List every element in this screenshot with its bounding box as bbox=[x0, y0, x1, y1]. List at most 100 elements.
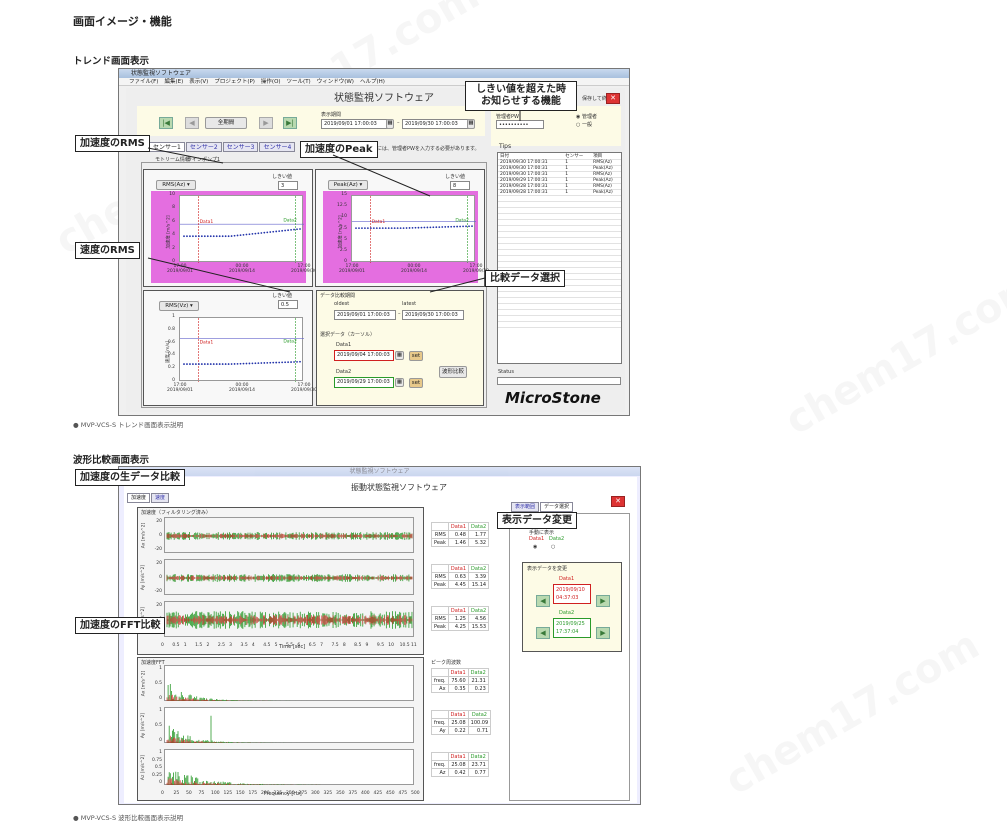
fft-chart bbox=[166, 771, 321, 785]
stats-cell: Peak bbox=[431, 538, 449, 547]
window-titlebar: 状態監視ソフトウェア bbox=[119, 467, 640, 476]
data2-label: Data2 bbox=[559, 610, 575, 616]
tab-wave-0[interactable]: 加速度 bbox=[127, 493, 151, 503]
right-tabs: 表示範囲 データ選択 bbox=[511, 502, 574, 512]
stats-table: Data1 Data2 RMS 0.48 1.77 Peak 1.46 5.32 bbox=[431, 522, 490, 547]
stats-cell: 1.77 bbox=[467, 530, 490, 539]
y-tick: 0.5 bbox=[154, 765, 162, 770]
x-tick: 5.5 bbox=[286, 643, 294, 648]
y-tick: 0 bbox=[159, 738, 162, 743]
stats-cell: Peak bbox=[431, 580, 449, 589]
wave-caption: ● MVP-VCS-S 波形比較画面表示説明 bbox=[73, 814, 184, 822]
x-tick: 275 bbox=[298, 791, 308, 796]
x-tick: 0.5 bbox=[172, 643, 180, 648]
y-tick: 0.75 bbox=[151, 757, 162, 763]
stats-header-cell: Data2 bbox=[467, 564, 490, 573]
x-tick: 9 bbox=[365, 643, 369, 648]
stats-cell: RMS bbox=[431, 530, 449, 539]
x-tick: 6 bbox=[297, 643, 301, 648]
stats-cell: 15.53 bbox=[467, 622, 490, 631]
stats-header-cell: Data2 bbox=[467, 710, 492, 719]
stats-row: Peak 4.25 15.53 bbox=[431, 622, 490, 631]
raw-chart bbox=[166, 532, 413, 540]
stats-cell: 3.39 bbox=[467, 572, 490, 581]
data1-next-button[interactable]: ▶ bbox=[596, 595, 610, 607]
stats-cell: freq. bbox=[431, 676, 449, 685]
stats-row: Az 0.42 0.77 bbox=[431, 768, 489, 777]
stats-header-cell: Data2 bbox=[467, 606, 490, 615]
stats-cell: 100.09 bbox=[467, 718, 492, 727]
y-tick: 20 bbox=[156, 561, 162, 566]
fft-ylabel: Ay [m/s^2] bbox=[141, 712, 147, 739]
stats-header-cell: Data1 bbox=[447, 710, 469, 719]
stats-row: freq. 25.08 23.71 bbox=[431, 760, 489, 769]
stats-cell: 0.48 bbox=[447, 530, 470, 539]
x-tick: 150 bbox=[236, 791, 245, 796]
y-tick: 0 bbox=[159, 696, 162, 701]
y-tick: 0.25 bbox=[151, 772, 162, 778]
stats-cell bbox=[431, 606, 449, 615]
stats-cell: Peak bbox=[431, 622, 449, 631]
stats-header-cell: Data1 bbox=[447, 606, 470, 615]
y-tick: 1 bbox=[159, 666, 162, 671]
stats-header-cell: Data2 bbox=[467, 668, 489, 677]
stats-row: freq. 75.60 21.31 bbox=[431, 676, 489, 685]
callout-display-change: 表示データ変更 bbox=[497, 512, 577, 529]
data1-label: Data1 bbox=[559, 576, 575, 582]
data2-time: 17:37:04 bbox=[556, 629, 579, 635]
data1-prev-button[interactable]: ◀ bbox=[536, 595, 550, 607]
y-tick: 1 bbox=[159, 708, 162, 713]
stats-cell: freq. bbox=[431, 718, 449, 727]
stats-cell: 0.63 bbox=[447, 572, 470, 581]
fft-title: 加速度FFT bbox=[141, 660, 165, 666]
tab-wave-1[interactable]: 速度 bbox=[151, 493, 170, 503]
stats-table: Data1 Data2 RMS 1.25 4.56 Peak 4.25 15.53 bbox=[431, 606, 490, 631]
radio-data1[interactable]: ◉ bbox=[533, 544, 537, 550]
stats-cell: 4.25 bbox=[447, 622, 470, 631]
data2-next-button[interactable]: ▶ bbox=[596, 627, 610, 639]
stats-cell: 25.08 bbox=[447, 718, 469, 727]
stats-row: Ay 0.22 0.71 bbox=[431, 726, 492, 735]
x-tick: 475 bbox=[398, 791, 408, 796]
stats-cell: 1.25 bbox=[447, 614, 470, 623]
data2-datetime[interactable]: 2019/09/25 17:37:04 bbox=[553, 618, 591, 638]
fft-ylabel: Az [m/s^2] bbox=[141, 754, 147, 781]
fft-plot-0 bbox=[164, 665, 414, 701]
x-tick: 1.5 bbox=[195, 643, 203, 648]
x-tick: 0 bbox=[161, 643, 164, 648]
stats-row: RMS 0.48 1.77 bbox=[431, 530, 490, 539]
x-tick: 3 bbox=[229, 643, 233, 648]
raw-chart bbox=[166, 574, 413, 582]
stats-cell: RMS bbox=[431, 572, 449, 581]
tab-right-1[interactable]: データ選択 bbox=[540, 502, 574, 512]
fft-chart bbox=[166, 715, 321, 743]
x-tick: 3.5 bbox=[240, 643, 248, 648]
stats-header-cell: Data2 bbox=[467, 752, 489, 761]
data1-datetime[interactable]: 2019/09/10 04:37:03 bbox=[553, 584, 591, 604]
data2-prev-button[interactable]: ◀ bbox=[536, 627, 550, 639]
x-tick: 400 bbox=[361, 791, 370, 796]
stats-header-cell: Data1 bbox=[447, 564, 470, 573]
stats-cell: freq. bbox=[431, 760, 449, 769]
stats-cell: 1.46 bbox=[447, 538, 470, 547]
raw-plot-1 bbox=[164, 559, 414, 595]
data2-date: 2019/09/25 bbox=[556, 621, 585, 627]
tab-right-0[interactable]: 表示範囲 bbox=[511, 502, 540, 512]
x-tick: 8 bbox=[342, 643, 346, 648]
x-tick: 2 bbox=[206, 643, 210, 648]
radio-data2[interactable]: ○ bbox=[551, 544, 555, 550]
stats-cell bbox=[431, 752, 449, 761]
x-tick: 0 bbox=[161, 791, 164, 796]
x-tick: 250 bbox=[286, 791, 295, 796]
stats-header: Data1 Data2 bbox=[431, 710, 492, 719]
stats-table: Data1 Data2 freq. 25.08 100.09 Ay 0.22 0.71 bbox=[431, 710, 492, 735]
display-select-label: 手動に表示 bbox=[529, 530, 555, 536]
stats-header: Data1 Data2 bbox=[431, 606, 490, 615]
raw-ylabel: Ax [m/s^2] bbox=[141, 522, 147, 549]
wave-tabs: 加速度 速度 bbox=[127, 493, 170, 503]
x-tick: 2.5 bbox=[217, 643, 225, 648]
x-tick: 7 bbox=[320, 643, 323, 648]
close-icon[interactable]: ✕ bbox=[611, 496, 625, 507]
stats-row: Peak 4.45 15.14 bbox=[431, 580, 490, 589]
stats-cell: 0.77 bbox=[467, 768, 489, 777]
